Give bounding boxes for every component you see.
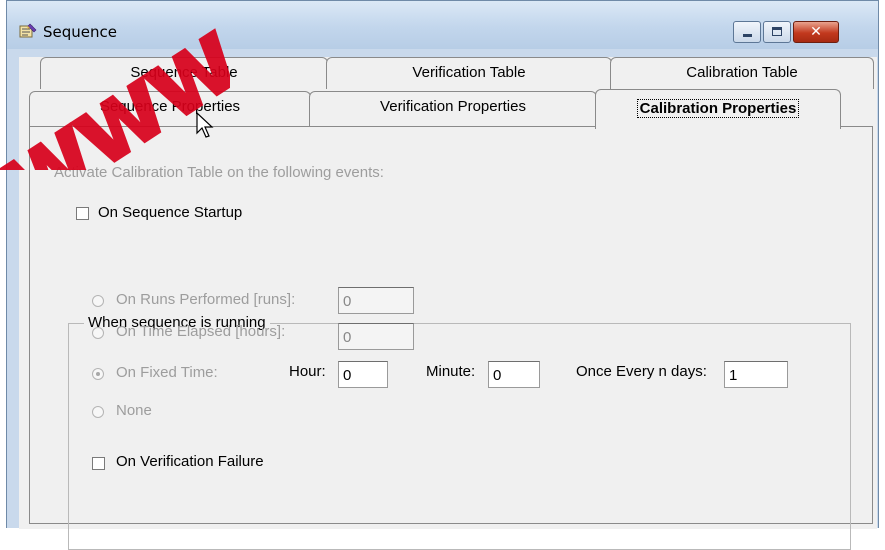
tab-sequence-table[interactable]: Sequence Table: [40, 57, 328, 89]
minimize-icon: [743, 34, 752, 37]
minute-label: Minute:: [426, 363, 476, 380]
on-sequence-startup-label: On Sequence Startup: [98, 204, 243, 221]
time-elapsed-input[interactable]: 0: [338, 323, 414, 350]
tab-label: Verification Table: [412, 64, 526, 81]
tab-sequence-properties[interactable]: Sequence Properties: [29, 91, 311, 127]
tab-label: Calibration Properties: [636, 99, 800, 118]
minute-input[interactable]: 0: [488, 361, 540, 388]
sequence-window: Sequence ✕ Sequence Table Verification T…: [6, 0, 879, 550]
fixed-time-label: On Fixed Time:: [116, 364, 218, 381]
dialog-body: Sequence Table Verification Table Calibr…: [19, 57, 877, 550]
time-elapsed-label: On Time Elapsed [hours]:: [116, 323, 286, 340]
maximize-button[interactable]: [763, 21, 791, 43]
activation-heading: Activate Calibration Table on the follow…: [54, 164, 384, 181]
tab-verification-table[interactable]: Verification Table: [326, 57, 612, 89]
close-icon: ✕: [810, 24, 822, 40]
on-sequence-startup-checkbox[interactable]: [76, 207, 89, 220]
tab-label: Verification Properties: [380, 98, 526, 115]
on-verification-failure-label: On Verification Failure: [116, 453, 264, 470]
none-radio[interactable]: [92, 406, 104, 418]
runs-performed-radio[interactable]: [92, 295, 104, 307]
title-bar[interactable]: Sequence ✕: [7, 1, 878, 49]
runs-performed-label: On Runs Performed [runs]:: [116, 291, 296, 308]
fixed-time-radio[interactable]: [92, 368, 104, 380]
tab-label: Sequence Table: [130, 64, 238, 81]
window-title: Sequence: [43, 23, 117, 41]
days-label: Once Every n days:: [576, 363, 707, 380]
none-label: None: [116, 402, 152, 419]
running-group-box: [68, 323, 851, 550]
calibration-properties-panel: Activate Calibration Table on the follow…: [29, 126, 873, 550]
minimize-button[interactable]: [733, 21, 761, 43]
tab-label: Sequence Properties: [99, 98, 241, 115]
time-elapsed-radio[interactable]: [92, 327, 104, 339]
mouse-cursor-icon: [196, 112, 214, 138]
close-button[interactable]: ✕: [793, 21, 839, 43]
hour-input[interactable]: 0: [338, 361, 388, 388]
tab-calibration-table[interactable]: Calibration Table: [610, 57, 874, 89]
on-verification-failure-checkbox[interactable]: [92, 457, 105, 470]
tab-verification-properties[interactable]: Verification Properties: [309, 91, 597, 127]
runs-performed-input[interactable]: 0: [338, 287, 414, 314]
hour-label: Hour:: [289, 363, 326, 380]
sequence-app-icon: [19, 23, 37, 38]
tab-label: Calibration Table: [686, 64, 798, 81]
maximize-icon: [772, 27, 782, 36]
tab-calibration-properties[interactable]: Calibration Properties: [595, 89, 841, 129]
days-input[interactable]: 1: [724, 361, 788, 388]
